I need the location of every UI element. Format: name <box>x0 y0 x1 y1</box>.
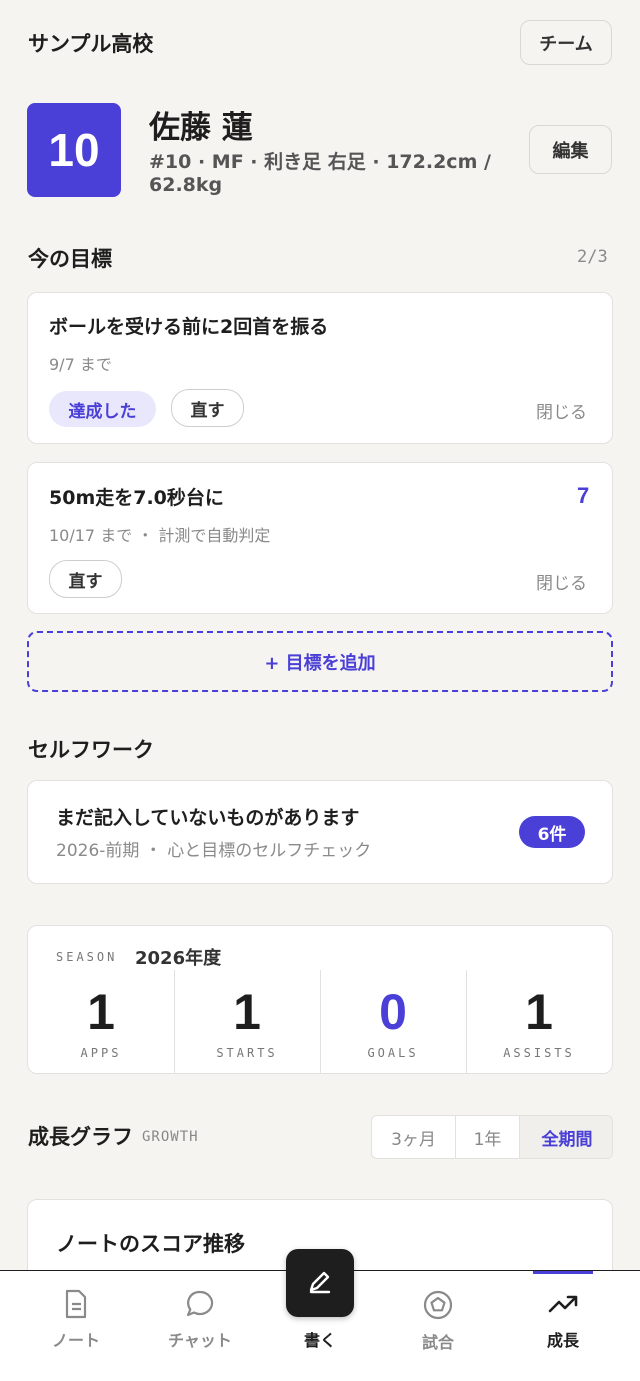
growth-section-subtitle: GROWTH <box>142 1129 199 1145</box>
goal-deadline: 10/17 まで ・ 計測で自動判定 <box>49 526 271 545</box>
player-meta-line2: 62.8kg <box>149 174 223 196</box>
selfwork-count-badge: 6件 <box>519 816 585 848</box>
range-3months[interactable]: 3ヶ月 <box>372 1116 456 1158</box>
nav-label: 成長 <box>546 1331 579 1350</box>
active-indicator <box>533 1271 593 1274</box>
team-button[interactable]: チーム <box>520 20 612 65</box>
note-icon <box>65 1289 87 1319</box>
close-goal-button[interactable]: 閉じる <box>536 569 587 594</box>
goals-section-title: 今の目標 <box>28 247 112 271</box>
ball-icon <box>423 1290 453 1320</box>
stat-value: 1 <box>87 984 115 1040</box>
write-button[interactable] <box>286 1249 354 1317</box>
stat-value: 1 <box>233 984 261 1040</box>
nav-chat[interactable]: チャット <box>140 1271 260 1381</box>
goal-title: 50m走を7.0秒台に <box>49 487 224 509</box>
nav-write[interactable]: 書く <box>260 1249 380 1381</box>
selfwork-card-title: まだ記入していないものがあります <box>56 807 360 829</box>
stat-label: APPS <box>80 1046 122 1060</box>
nav-growth[interactable]: 成長 <box>503 1271 623 1381</box>
stat-label: ASSISTS <box>503 1046 575 1060</box>
stat-apps: 1 APPS <box>28 970 174 1074</box>
range-1year[interactable]: 1年 <box>456 1116 520 1158</box>
range-selector: 3ヶ月 1年 全期間 <box>371 1115 613 1159</box>
stat-starts: 1 STARTS <box>174 970 320 1074</box>
goal-card: 50m走を7.0秒台に 7 10/17 まで ・ 計測で自動判定 直す 閉じる <box>27 462 613 614</box>
achieved-button[interactable]: 達成した <box>49 391 156 427</box>
nav-note[interactable]: ノート <box>16 1271 136 1381</box>
trend-icon <box>548 1295 578 1313</box>
add-goal-button[interactable]: + 目標を追加 <box>27 631 613 692</box>
range-all[interactable]: 全期間 <box>520 1116 612 1158</box>
goal-card: ボールを受ける前に2回首を振る 9/7 まで 達成した 直す 閉じる <box>27 292 613 444</box>
goal-progress-badge: 7 <box>577 483 590 508</box>
school-name: サンプル高校 <box>28 32 154 56</box>
season-stats-card: SEASON 2026年度 1 APPS 1 STARTS 0 GOALS 1 … <box>27 925 613 1074</box>
nav-label: 書く <box>303 1331 336 1350</box>
stat-assists: 1 ASSISTS <box>466 970 612 1074</box>
player-number-badge: 10 <box>27 103 121 197</box>
nav-label: チャット <box>168 1331 232 1350</box>
bottom-nav: ノート チャット 書く 試合 成長 <box>0 1249 640 1381</box>
fix-goal-button[interactable]: 直す <box>49 560 122 598</box>
goal-title: ボールを受ける前に2回首を振る <box>49 316 329 338</box>
add-goal-label: + 目標を追加 <box>264 652 376 674</box>
season-year: 2026年度 <box>135 948 222 969</box>
goal-deadline: 9/7 まで <box>49 355 112 374</box>
pen-icon <box>309 1271 331 1294</box>
nav-match[interactable]: 試合 <box>378 1271 498 1381</box>
score-trend-title: ノートのスコア推移 <box>56 1232 245 1256</box>
nav-label: 試合 <box>421 1333 454 1352</box>
player-meta-line1: #10 · MF · 利き足 右足 · 172.2cm / <box>149 151 491 173</box>
stat-label: GOALS <box>367 1046 419 1060</box>
fix-goal-button[interactable]: 直す <box>171 389 244 427</box>
edit-profile-button[interactable]: 編集 <box>529 125 612 174</box>
close-goal-button[interactable]: 閉じる <box>536 398 587 423</box>
selfwork-section-title: セルフワーク <box>28 738 154 762</box>
player-name: 佐藤 蓮 <box>149 110 253 146</box>
goals-count: 2/3 <box>577 247 608 267</box>
nav-label: ノート <box>51 1331 100 1350</box>
stat-label: STARTS <box>216 1046 278 1060</box>
selfwork-card[interactable]: まだ記入していないものがあります 2026-前期 ・ 心と目標のセルフチェック … <box>27 780 613 884</box>
chat-icon <box>186 1290 214 1317</box>
stat-value: 0 <box>379 984 407 1040</box>
growth-section-title: 成長グラフ <box>28 1125 133 1149</box>
season-label: SEASON <box>56 950 118 964</box>
player-number: 10 <box>48 124 100 176</box>
stat-value: 1 <box>525 984 553 1040</box>
selfwork-card-subtitle: 2026-前期 ・ 心と目標のセルフチェック <box>56 841 372 861</box>
stat-goals: 0 GOALS <box>320 970 466 1074</box>
